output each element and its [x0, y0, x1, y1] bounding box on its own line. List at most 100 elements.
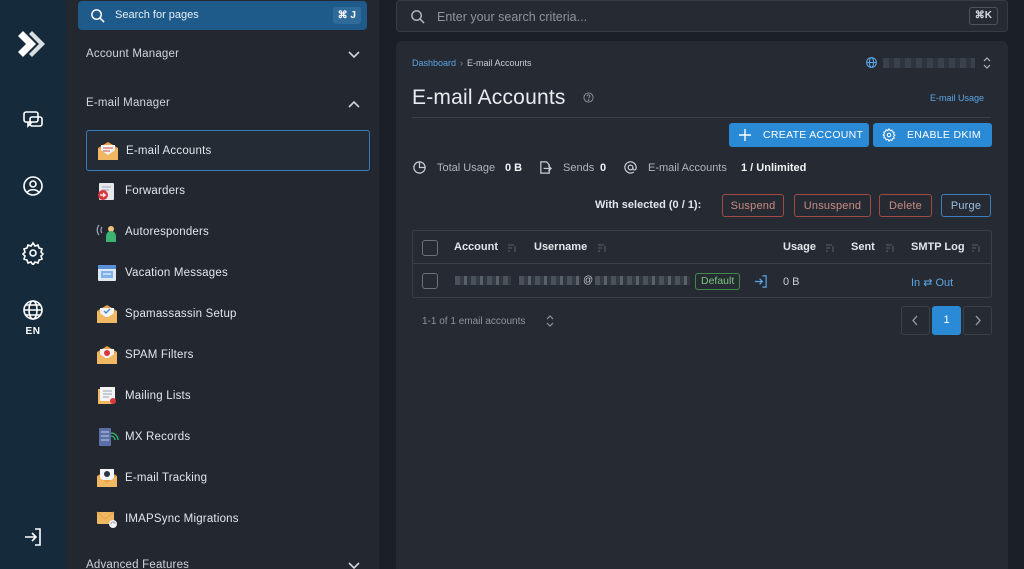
group-account-manager[interactable]: Account Manager	[78, 45, 363, 65]
search-icon	[411, 10, 425, 24]
chevron-down-icon	[348, 562, 360, 569]
purge-button[interactable]: Purge	[941, 194, 991, 217]
page-number-button[interactable]: 1	[932, 306, 961, 335]
sidebar-item-vacation-messages[interactable]: Vacation Messages	[86, 253, 370, 294]
updown-icon	[983, 57, 991, 69]
gear-icon[interactable]	[21, 241, 45, 265]
group-email-manager[interactable]: E-mail Manager	[78, 94, 363, 114]
sidebar-item-label: MX Records	[125, 431, 191, 443]
sidebar-search-shortcut: ⌘ J	[332, 7, 361, 24]
spam-filters-icon	[97, 346, 117, 364]
table-row[interactable]: @ Default 0 B In ⇄ Out	[413, 265, 991, 298]
divider	[412, 117, 991, 118]
sidebar-item-label: Vacation Messages	[125, 267, 228, 279]
row-checkbox[interactable]	[422, 273, 438, 289]
at-sign-icon	[624, 161, 637, 174]
sidebar-item-label: Mailing Lists	[125, 390, 191, 402]
sidebar-item-mx-records[interactable]: MX Records	[86, 417, 370, 458]
sidebar-item-label: IMAPSync Migrations	[125, 513, 239, 525]
breadcrumb-dashboard-link[interactable]: Dashboard	[412, 58, 456, 68]
main-panel: Dashboard › E-mail Accounts E-mail Account…	[396, 41, 1008, 569]
gear-icon	[882, 128, 896, 142]
sidebar-item-spamassassin-setup[interactable]: Spamassassin Setup	[86, 294, 370, 335]
group-advanced-features[interactable]: Advanced Features	[78, 556, 363, 569]
stat-value: 1 / Unlimited	[741, 162, 807, 174]
sidebar-search[interactable]: Search for pages ⌘ J	[78, 1, 367, 30]
pie-chart-icon	[413, 161, 426, 174]
breadcrumb: Dashboard › E-mail Accounts	[412, 58, 532, 68]
accounts-table: Account Username Usage Sent SMTP Log @ D…	[412, 230, 992, 298]
sidebar-item-email-tracking[interactable]: E-mail Tracking	[86, 458, 370, 499]
vacation-messages-icon	[98, 265, 116, 281]
send-icon	[540, 161, 552, 174]
chevron-right-icon	[975, 315, 981, 326]
col-usage[interactable]: Usage	[783, 241, 816, 253]
language-label[interactable]: EN	[0, 326, 66, 337]
help-icon[interactable]	[583, 92, 594, 103]
account-redacted	[455, 276, 511, 285]
search-icon	[91, 9, 105, 23]
login-icon[interactable]	[753, 274, 768, 289]
stat-label: Sends	[563, 162, 595, 174]
stat-value: 0	[600, 162, 607, 174]
imapsync-icon	[96, 511, 117, 528]
prev-page-button[interactable]	[901, 306, 930, 335]
sidebar-item-spam-filters[interactable]: SPAM Filters	[86, 335, 370, 376]
col-sent[interactable]: Sent	[851, 241, 875, 253]
sort-icon[interactable]	[597, 243, 607, 253]
sidebar-item-autoresponders[interactable]: Autoresponders	[86, 212, 370, 253]
sort-icon[interactable]	[825, 243, 835, 253]
group-title: E-mail Manager	[86, 97, 170, 109]
col-smtp-log[interactable]: SMTP Log	[911, 241, 965, 253]
mx-records-icon	[99, 428, 119, 446]
enable-dkim-button[interactable]: ENABLE DKIM	[873, 123, 992, 147]
chevron-up-icon	[348, 100, 360, 108]
chevron-left-icon	[912, 315, 918, 326]
select-all-checkbox[interactable]	[422, 240, 438, 256]
logo-icon[interactable]	[17, 28, 49, 60]
user-icon[interactable]	[21, 174, 45, 198]
sidebar-item-forwarders[interactable]: Forwarders	[86, 171, 370, 212]
sidebar-item-email-accounts[interactable]: E-mail Accounts	[86, 130, 370, 171]
default-badge: Default	[695, 273, 741, 290]
sidebar-item-label: E-mail Tracking	[125, 472, 208, 484]
breadcrumb-current: E-mail Accounts	[467, 58, 532, 68]
global-search: ⌘K	[396, 0, 1008, 32]
spamassassin-icon	[97, 305, 117, 323]
group-title: Advanced Features	[86, 559, 190, 569]
sidebar-item-label: SPAM Filters	[125, 349, 194, 361]
suspend-button[interactable]: Suspend	[722, 194, 784, 217]
email-accounts-icon	[98, 142, 118, 160]
unsuspend-button[interactable]: Unsuspend	[794, 194, 871, 217]
chevron-down-icon	[348, 51, 360, 59]
create-account-button[interactable]: CREATE ACCOUNT	[729, 123, 869, 147]
sidebar-item-label: Spamassassin Setup	[125, 308, 237, 320]
logout-icon[interactable]	[21, 525, 45, 549]
autoresponders-icon	[96, 224, 116, 242]
globe-icon[interactable]	[21, 298, 45, 322]
stats-bar: Total Usage 0 B Sends 0 E-mail Accounts …	[412, 160, 972, 176]
next-page-button[interactable]	[963, 306, 992, 335]
enable-dkim-label: ENABLE DKIM	[907, 129, 981, 141]
sidebar-item-mailing-lists[interactable]: Mailing Lists	[86, 376, 370, 417]
email-usage-link[interactable]: E-mail Usage	[930, 93, 984, 103]
domain-redacted	[595, 276, 690, 285]
stat-label: Total Usage	[437, 162, 496, 174]
chat-icon[interactable]	[21, 108, 45, 132]
col-username[interactable]: Username	[534, 241, 587, 253]
col-account[interactable]: Account	[454, 241, 498, 253]
domain-selector[interactable]	[865, 55, 991, 71]
sort-icon[interactable]	[885, 243, 895, 253]
create-account-label: CREATE ACCOUNT	[763, 129, 864, 141]
updown-icon[interactable]	[545, 315, 555, 327]
global-search-input[interactable]	[437, 8, 937, 26]
row-usage: 0 B	[783, 276, 800, 288]
table-header: Account Username Usage Sent SMTP Log	[413, 231, 991, 264]
domain-redacted	[883, 58, 975, 68]
smtp-log-link[interactable]: In ⇄ Out	[911, 276, 953, 289]
delete-button[interactable]: Delete	[879, 194, 932, 217]
sidebar-item-imapsync-migrations[interactable]: IMAPSync Migrations	[86, 499, 370, 540]
sort-icon[interactable]	[507, 243, 517, 253]
sort-icon[interactable]	[971, 243, 981, 253]
email-tracking-icon	[97, 469, 117, 487]
